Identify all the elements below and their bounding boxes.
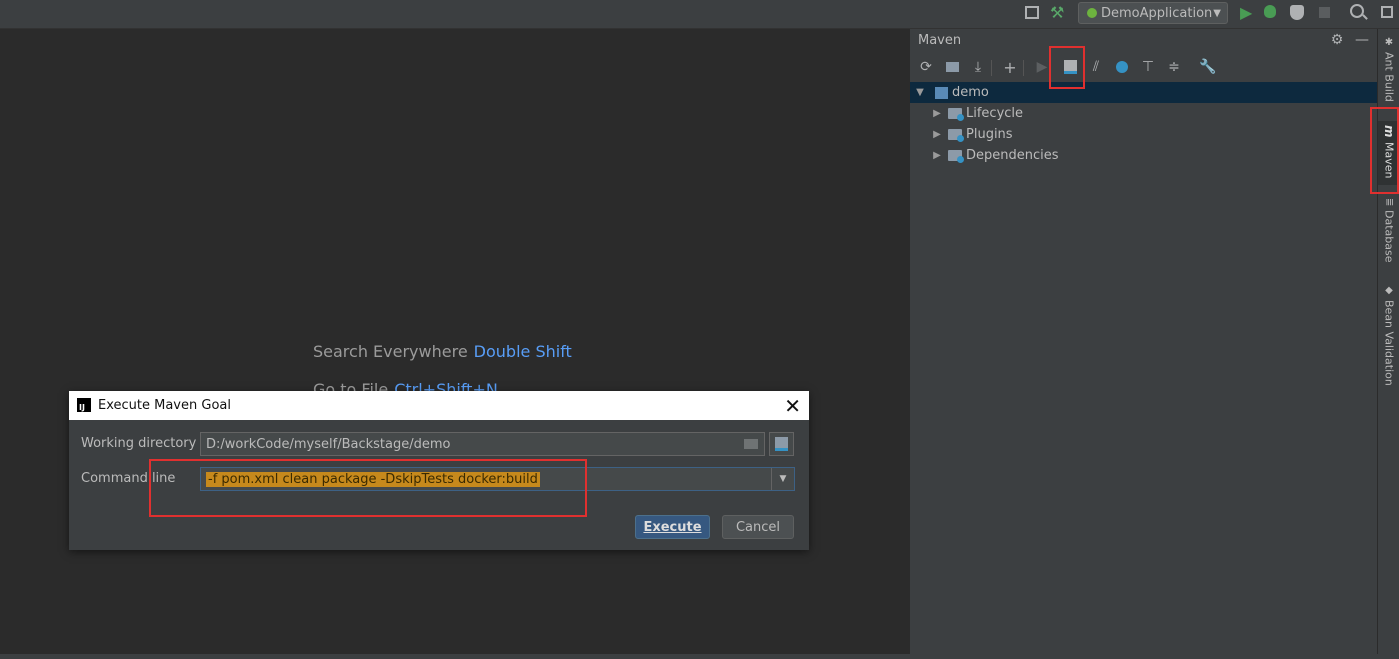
run-config-select[interactable]: DemoApplication ▼ [1078,2,1228,24]
maven-settings-wrench-icon[interactable]: 🔧 [1198,57,1218,77]
intellij-logo-icon: IJ [77,398,91,412]
show-dependencies-icon[interactable]: ⊤ [1138,57,1158,77]
tree-root-label: demo [952,85,989,100]
browse-folder-icon[interactable] [744,439,758,449]
execute-button[interactable]: Execute [635,515,710,539]
search-everywhere-hint: Search Everywhere Double Shift [313,342,572,361]
highlight-box [1049,46,1085,89]
maven-panel-title: Maven [918,33,962,48]
tab-label: Bean Validation [1382,300,1396,386]
tree-item-label: Lifecycle [966,106,1024,121]
debug-icon[interactable] [1264,3,1278,19]
tab-ant-build[interactable]: ✱ Ant Build [1378,33,1399,112]
highlight-box [149,459,587,517]
expand-right-icon[interactable]: ▶ [930,108,944,119]
tab-label: Database [1382,210,1396,263]
dialog-titlebar: IJ Execute Maven Goal ✕ [69,391,809,420]
tree-row-dependencies[interactable]: ▶ Dependencies [910,145,1377,166]
toolbar-separator [1023,60,1024,76]
folder-icon [948,108,964,121]
close-icon[interactable]: ✕ [784,394,801,418]
execute-button-label: Execute [643,519,702,535]
tab-database[interactable]: ≣ Database [1378,194,1399,273]
highlight-box [1370,107,1399,194]
maven-tool-window: Maven ⚙ — ⟳ ⤓ + ▶ ⫽ ⊤ ≑ 🔧 ▼ demo ▶ Lifec… [909,29,1378,654]
tree-row-lifecycle[interactable]: ▶ Lifecycle [910,103,1377,124]
settings-gear-icon[interactable]: ⚙ [1327,30,1347,50]
expand-down-icon[interactable]: ▼ [913,87,927,98]
add-project-icon[interactable]: + [1000,57,1020,77]
folder-icon [948,129,964,142]
spring-boot-icon [1087,8,1097,18]
cancel-button[interactable]: Cancel [722,515,794,539]
expand-right-icon[interactable]: ▶ [930,150,944,161]
module-icon [935,86,948,99]
tree-item-label: Plugins [966,127,1013,142]
download-icon[interactable]: ⤓ [968,57,988,77]
toggle-offline-icon[interactable]: ⫽ [1086,57,1106,77]
module-picker-button[interactable] [769,432,794,456]
tab-bean-validation[interactable]: ◆ Bean Validation [1378,281,1399,395]
reload-icon[interactable]: ⟳ [916,57,936,77]
expand-right-icon[interactable]: ▶ [930,129,944,140]
project-structure-icon[interactable] [1025,6,1039,19]
status-bar [0,654,1399,659]
database-icon: ≣ [1383,198,1395,207]
working-directory-field[interactable]: D:/workCode/myself/Backstage/demo [200,432,765,456]
generate-sources-icon[interactable] [942,57,962,77]
skip-tests-icon[interactable] [1112,57,1132,77]
search-icon-handle [1362,14,1368,20]
window-menu-icon[interactable] [1381,6,1393,18]
collapse-all-icon[interactable]: ≑ [1164,57,1184,77]
dropdown-arrow-icon[interactable]: ▼ [771,468,794,490]
ant-icon: ✱ [1383,37,1395,48]
tree-item-label: Dependencies [966,148,1059,163]
dialog-title: Execute Maven Goal [98,398,231,413]
working-directory-label: Working directory [81,436,197,451]
cancel-button-label: Cancel [735,519,781,535]
build-hammer-icon[interactable]: ⚒ [1050,3,1064,22]
tab-label: Ant Build [1382,52,1396,102]
coverage-icon[interactable] [1290,5,1304,20]
run-icon[interactable]: ▶ [1240,3,1252,22]
run-config-label: DemoApplication [1101,5,1213,21]
folder-icon [948,150,964,163]
minimize-icon[interactable]: — [1352,30,1372,50]
folder-module-icon [775,437,788,451]
chevron-down-icon: ▼ [1213,7,1221,19]
stop-icon[interactable] [1319,7,1330,18]
toolbar-separator [991,60,992,76]
tree-row-root[interactable]: ▼ demo [910,82,1377,103]
hint-label: Search Everywhere [313,342,468,361]
hint-shortcut: Double Shift [473,342,572,361]
tree-row-plugins[interactable]: ▶ Plugins [910,124,1377,145]
working-directory-value: D:/workCode/myself/Backstage/demo [206,436,451,452]
main-toolbar: ⚒ DemoApplication ▼ ▶ [0,0,1399,29]
bean-icon: ◆ [1383,285,1395,296]
